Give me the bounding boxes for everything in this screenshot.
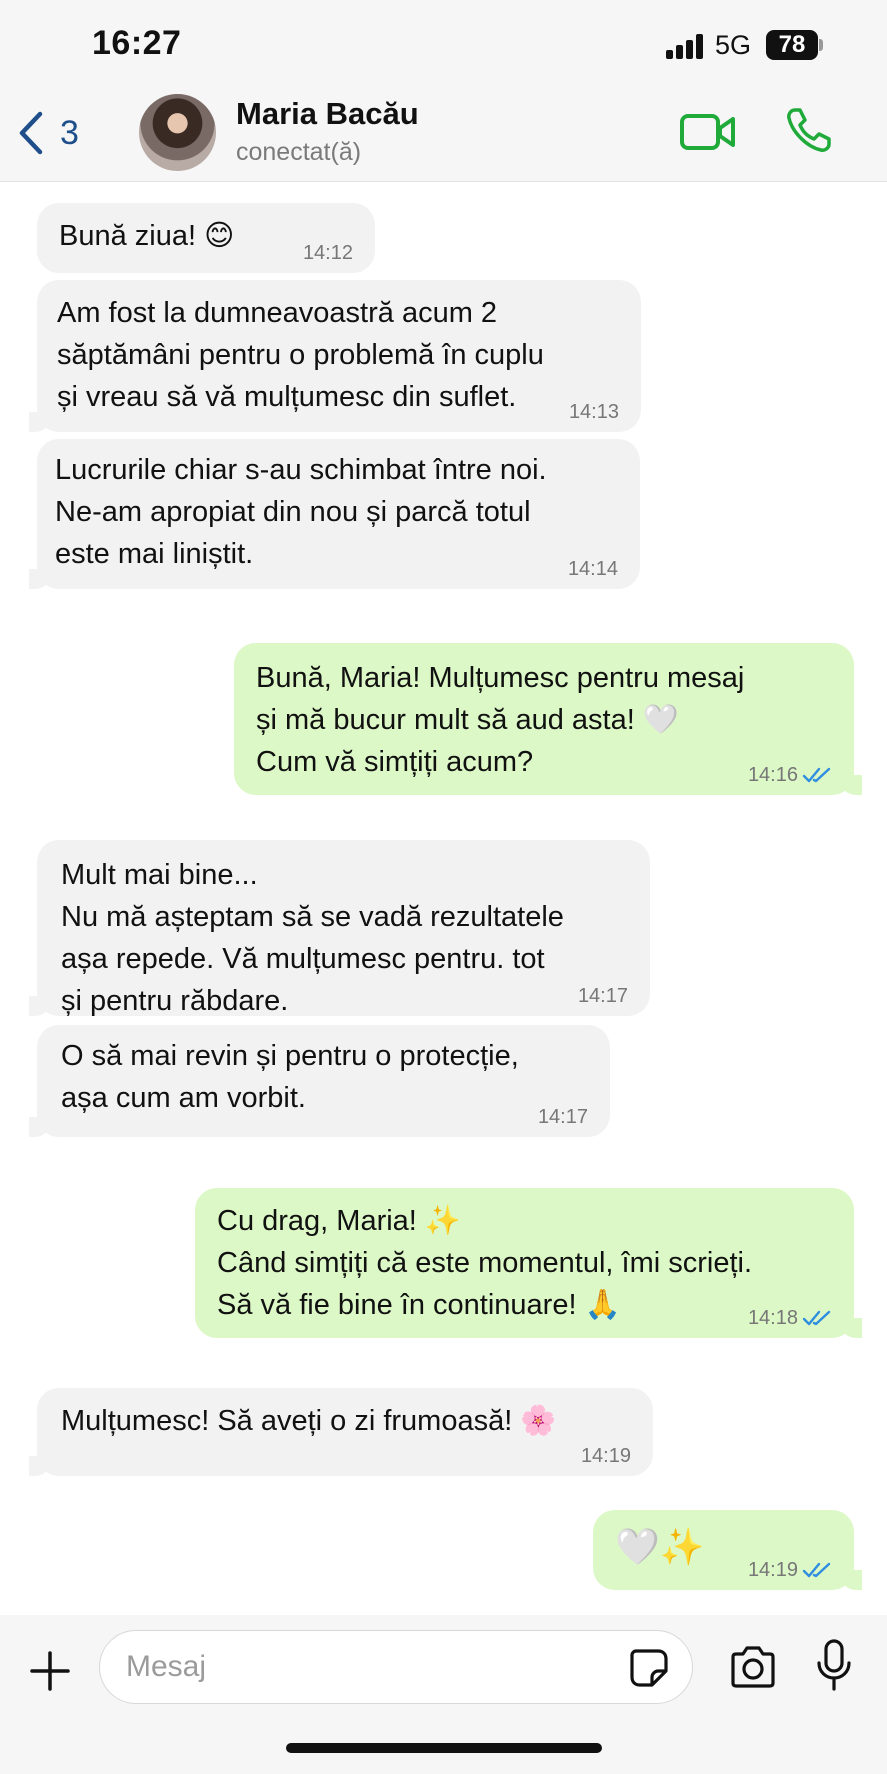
time-label: 14:14 — [567, 558, 618, 580]
message-incoming[interactable]: Lucrurile chiar s-au schimbat între noi.… — [29, 439, 640, 589]
message-time: 14:17 — [578, 984, 628, 1008]
video-call-icon[interactable] — [680, 112, 736, 152]
signal-icon — [666, 33, 704, 59]
contact-name[interactable]: Maria Bacău — [236, 96, 419, 132]
message-incoming[interactable]: Am fost la dumneavoastră acum 2 săptămân… — [29, 280, 641, 432]
bubble-tail — [840, 1570, 862, 1590]
status-time: 16:27 — [92, 24, 182, 62]
time-label: 14:18 — [747, 1307, 798, 1329]
message-time: 14:13 — [569, 400, 619, 424]
message-time: 14:16 — [748, 763, 832, 787]
time-label: 14:19 — [747, 1559, 798, 1581]
message-incoming[interactable]: O să mai revin și pentru o protecție, aș… — [29, 1025, 610, 1137]
message-text: O să mai revin și pentru o protecție, aș… — [61, 1040, 519, 1114]
message-time: 14:19 — [581, 1444, 631, 1468]
back-button[interactable]: 3 — [16, 108, 79, 158]
bubble-tail — [29, 996, 51, 1016]
message-text: Lucrurile chiar s-au schimbat între noi.… — [55, 454, 547, 570]
status-bar: 16:27 5G 78 — [0, 0, 887, 90]
microphone-icon[interactable] — [815, 1639, 853, 1693]
bubble-tail — [29, 569, 51, 589]
message-outgoing[interactable]: Bună, Maria! Mulțumesc pentru mesaj și m… — [234, 643, 862, 795]
battery-tip — [819, 39, 823, 51]
time-label: 14:16 — [747, 764, 798, 786]
phone-icon[interactable] — [785, 106, 833, 154]
message-time: 14:18 — [748, 1306, 832, 1330]
contact-status: conectat(ă) — [236, 138, 362, 166]
read-ticks-icon — [802, 767, 831, 783]
home-indicator[interactable] — [286, 1743, 602, 1753]
message-text: Mult mai bine... Nu mă așteptam să se va… — [61, 859, 564, 1017]
time-label: 14:17 — [577, 985, 628, 1007]
bubble-tail — [29, 1456, 51, 1476]
read-ticks-icon — [802, 1562, 831, 1578]
time-label: 14:17 — [537, 1106, 588, 1128]
message-time: 14:19 — [748, 1558, 832, 1582]
bubble-tail — [29, 1117, 51, 1137]
message-time: 14:17 — [538, 1105, 588, 1129]
message-incoming[interactable]: Mult mai bine... Nu mă așteptam să se va… — [29, 840, 650, 1017]
message-outgoing[interactable]: Cu drag, Maria! ✨ Când simțiți că este m… — [195, 1188, 862, 1338]
message-text: Mulțumesc! Să aveți o zi frumoasă! 🌸 — [61, 1405, 557, 1437]
read-ticks-icon — [802, 1310, 831, 1326]
message-outgoing[interactable]: 🤍✨ 14:19 — [593, 1510, 862, 1590]
network-label: 5G — [715, 30, 752, 60]
camera-icon[interactable] — [729, 1645, 777, 1689]
message-time: 14:14 — [568, 557, 618, 581]
chevron-left-icon — [19, 111, 43, 155]
time-label: 14:13 — [568, 401, 619, 423]
message-input[interactable] — [126, 1645, 606, 1689]
chat-area[interactable]: Bună ziua! 😊 14:12 Am fost la dumneavoas… — [0, 183, 887, 1615]
chat-header: 3 Maria Bacău conectat(ă) — [0, 90, 887, 182]
avatar[interactable] — [139, 94, 216, 171]
battery-icon: 78 — [766, 30, 818, 60]
sticker-icon[interactable] — [628, 1647, 670, 1689]
time-label: 14:19 — [580, 1445, 631, 1467]
plus-icon[interactable] — [28, 1649, 72, 1693]
message-time: 14:12 — [303, 241, 353, 265]
unread-count: 3 — [60, 113, 79, 152]
message-incoming[interactable]: Mulțumesc! Să aveți o zi frumoasă! 🌸 14:… — [29, 1388, 653, 1476]
message-text: Am fost la dumneavoastră acum 2 săptămân… — [57, 297, 544, 413]
bubble-tail — [29, 412, 51, 432]
time-label: 14:12 — [302, 242, 353, 264]
message-input-field[interactable] — [99, 1630, 693, 1704]
message-incoming[interactable]: Bună ziua! 😊 14:12 — [37, 203, 375, 273]
